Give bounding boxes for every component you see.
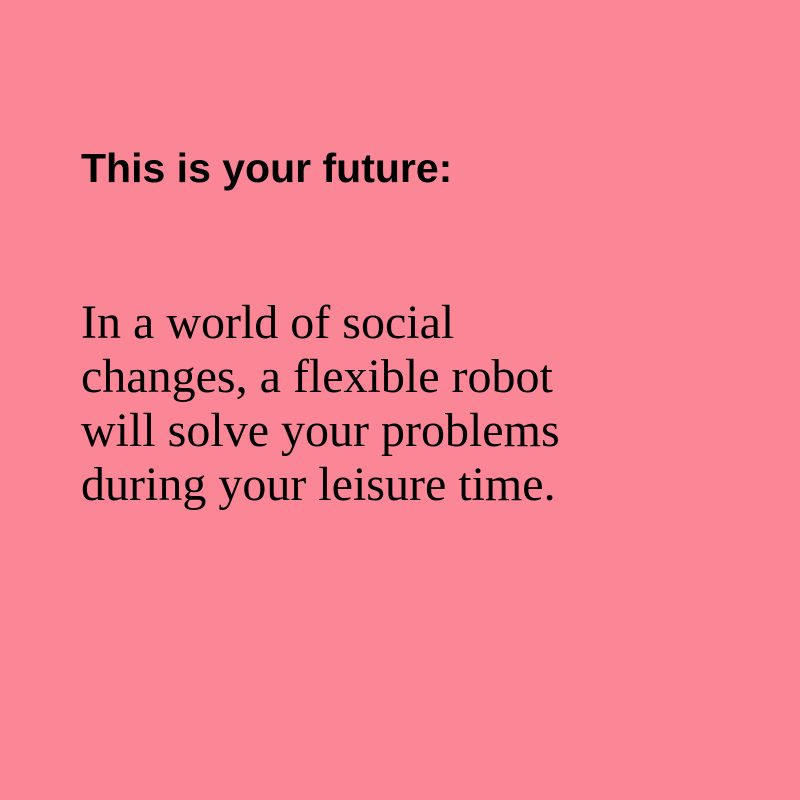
headline: This is your future:: [81, 145, 453, 191]
body-paragraph: In a world of social changes, a flexible…: [81, 296, 560, 512]
body-line: will solve your problems: [81, 404, 560, 457]
body-line: In a world of social: [81, 296, 455, 349]
promo-card: This is your future: In a world of socia…: [0, 0, 800, 800]
body-line: changes, a flexible robot: [81, 350, 553, 403]
body-line: during your leisure time.: [81, 458, 556, 511]
